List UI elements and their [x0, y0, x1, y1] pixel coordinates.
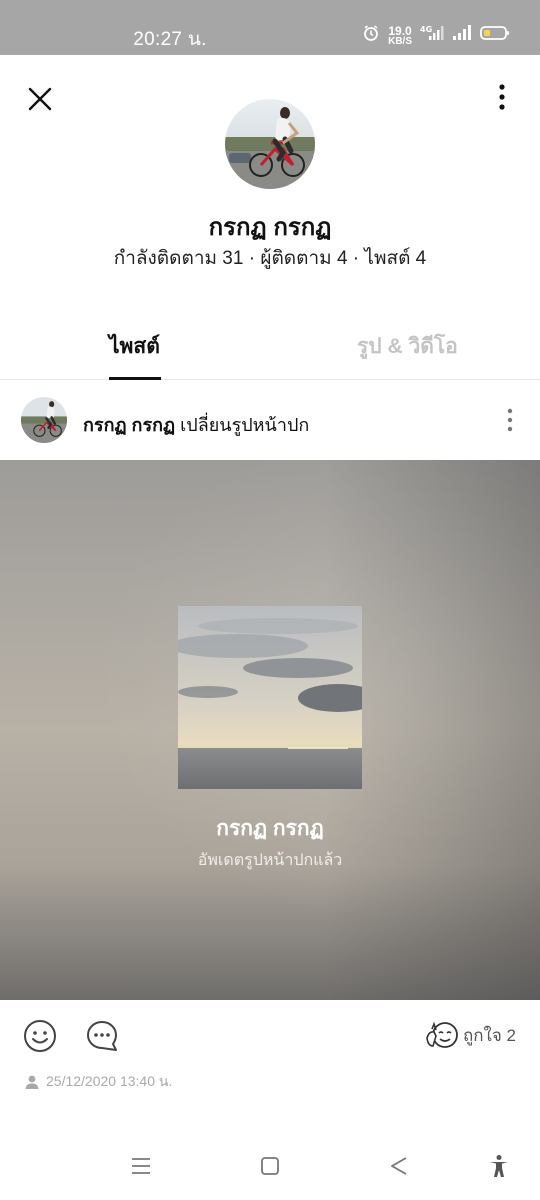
svg-text:4G: 4G [420, 25, 432, 34]
tab-posts[interactable]: ไพสต์ [109, 330, 160, 363]
post-more-button[interactable] [500, 405, 520, 435]
profile-name: กรกฏ กรกฏ [208, 214, 332, 241]
nav-home-button[interactable] [258, 1154, 282, 1178]
post-timestamp: 25/12/2020 13:40 น. [46, 1073, 173, 1089]
network-speed-unit: KB/S [388, 36, 412, 47]
comment-icon [87, 1021, 117, 1051]
react-button[interactable] [23, 1019, 57, 1053]
like-count-button[interactable]: ถูกใจ 2 [425, 1020, 516, 1050]
nav-menu-button[interactable] [129, 1154, 153, 1178]
close-button[interactable] [22, 81, 58, 117]
cover-author-name: กรกฏ กรกฏ [216, 817, 324, 840]
post-actions: ถูกใจ 2 [0, 1000, 540, 1075]
profile-tabs: ไพสต์ รูป & วิดีโอ [0, 320, 540, 380]
close-icon [28, 87, 52, 111]
post-author-name[interactable]: กรกฏ กรกฏ [83, 415, 175, 435]
comment-button[interactable] [85, 1019, 119, 1053]
profile-more-button[interactable] [490, 79, 514, 115]
post-action-text: เปลี่ยนรูปหน้าปก [180, 415, 310, 435]
cover-photo[interactable] [178, 606, 362, 789]
post-author-line: กรกฏ กรกฏ เปลี่ยนรูปหน้าปก [83, 410, 309, 439]
more-vertical-icon [507, 408, 513, 432]
post-header: กรกฏ กรกฏ เปลี่ยนรูปหน้าปก [0, 381, 540, 461]
cover-caption: อัพเดตรูปหน้าปกแล้ว [197, 852, 343, 869]
post-author-avatar[interactable] [21, 397, 67, 443]
network-speed: 19.0 KB/S [388, 25, 412, 47]
nav-accessibility-button[interactable] [487, 1154, 511, 1178]
smile-icon [24, 1020, 56, 1052]
status-time: 20:27 น. [133, 29, 207, 50]
home-square-icon [261, 1157, 279, 1175]
accessibility-icon [490, 1155, 508, 1177]
like-count-label: ถูกใจ 2 [462, 1025, 516, 1045]
cyclist-photo [225, 99, 315, 189]
alarm-icon [362, 24, 380, 47]
battery-icon [480, 24, 510, 47]
post-cover-card[interactable]: กรกฏ กรกฏ อัพเดตรูปหน้าปกแล้ว [0, 460, 540, 1000]
status-icons: 19.0 KB/S 4G [362, 24, 510, 47]
more-vertical-icon [499, 84, 505, 110]
tab-photos-videos[interactable]: รูป & วิดีโอ [357, 330, 458, 363]
profile-avatar[interactable] [225, 99, 315, 189]
system-nav-bar [0, 1130, 540, 1200]
cyclist-photo [21, 397, 67, 443]
back-triangle-icon [391, 1157, 407, 1175]
sea-sky-photo [178, 606, 362, 789]
nav-back-button[interactable] [387, 1154, 411, 1178]
signal-icon [452, 24, 472, 47]
person-icon [25, 1075, 39, 1089]
post-meta: 25/12/2020 13:40 น. [24, 1071, 172, 1093]
signal-4g-icon: 4G [420, 24, 444, 47]
active-tab-indicator [109, 377, 161, 380]
status-bar: 20:27 น. 19.0 KB/S 4G [0, 0, 540, 55]
like-sticker-icon [426, 1021, 458, 1048]
profile-stats[interactable]: กำลังติดตาม 31 · ผู้ติดตาม 4 · ไพสต์ 4 [0, 243, 540, 273]
menu-icon [132, 1158, 150, 1174]
